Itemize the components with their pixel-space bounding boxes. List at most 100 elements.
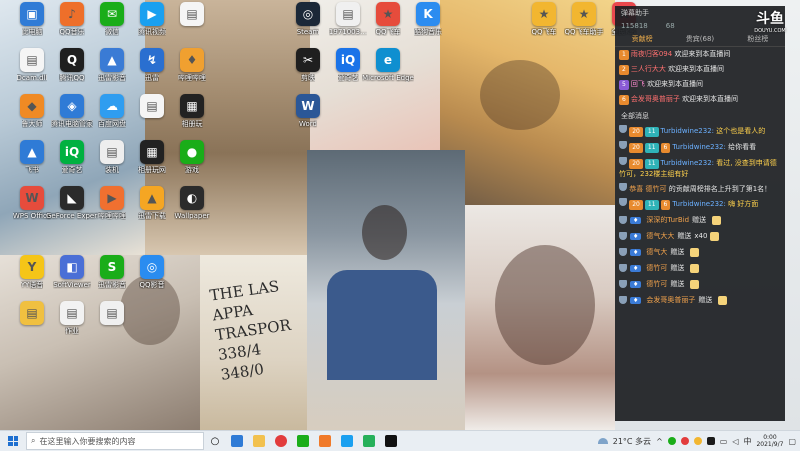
- input-method-icon[interactable]: 中: [743, 436, 751, 447]
- welcome-message: 2 三人行大大 欢迎来到本直播间: [615, 62, 785, 77]
- user-name[interactable]: 德竹可: [646, 263, 667, 273]
- fan-badge: 11: [644, 127, 659, 137]
- chat-message: 20 11 6 Turbidwine232: 给你看看: [615, 139, 785, 155]
- shield-icon: [619, 183, 627, 191]
- chat-app-icon[interactable]: [226, 431, 248, 451]
- user-name[interactable]: 深深的TurBid: [646, 215, 689, 225]
- app-icon: ◈: [60, 94, 84, 118]
- app-icon: iQ: [336, 48, 360, 72]
- user-name[interactable]: Turbidwine232:: [672, 143, 726, 151]
- gift-action: 赠送: [670, 248, 685, 256]
- task-view-icon[interactable]: ○: [204, 431, 226, 451]
- clock[interactable]: 0:00 2021/9/7: [756, 434, 783, 448]
- weather-icon: [597, 438, 608, 444]
- taskbar-search[interactable]: ⌕ 在这里输入你要搜索的内容: [26, 432, 204, 450]
- user-name[interactable]: 恭喜 德竹可: [629, 185, 666, 193]
- fan-badge: ♦: [630, 264, 642, 272]
- desktop-icon-label: QQ飞车: [375, 28, 401, 36]
- app-icon: ▦: [180, 94, 204, 118]
- desktop-icon[interactable]: ▦ 相册玩: [166, 94, 218, 138]
- gift-icon: [690, 279, 700, 289]
- douyu-watermark: 斗鱼 DOUYU.COM: [746, 8, 794, 34]
- gift-action: 赠送: [670, 264, 685, 272]
- user-name[interactable]: 德竹可: [646, 279, 667, 289]
- message-text: 欢迎来到本直播间: [674, 50, 731, 58]
- desktop-icon[interactable]: e Microsoft Edge: [362, 48, 414, 92]
- wallpaper-photo-7: [307, 150, 465, 430]
- fan-badge: 11: [644, 143, 659, 153]
- tray-app-icon[interactable]: [680, 437, 689, 445]
- shield-icon: [619, 198, 627, 206]
- desktop-icon[interactable]: ● 游戏: [166, 140, 218, 184]
- clock-date: 2021/9/7: [756, 441, 784, 448]
- volume-icon[interactable]: ◁: [732, 437, 738, 446]
- tray-app-icon[interactable]: [693, 437, 702, 445]
- desktop-icon[interactable]: K 酷狗音乐: [402, 2, 454, 46]
- desktop-icon[interactable]: ▤: [166, 2, 218, 46]
- user-name[interactable]: 会发哥奥普丽子: [631, 95, 680, 103]
- wechat-icon[interactable]: [292, 431, 314, 451]
- desktop-icon[interactable]: ♦ 哔哩哔哩: [166, 48, 218, 92]
- tray-app-icon[interactable]: [667, 437, 676, 445]
- user-name[interactable]: 德气大大: [646, 231, 674, 241]
- taskbar-app-orange-icon[interactable]: [314, 431, 336, 451]
- message-text: 欢迎来到本直播间: [682, 95, 739, 103]
- tab-vip[interactable]: 贵宾(68): [686, 34, 714, 44]
- user-name[interactable]: Turbidwine232:: [661, 159, 715, 167]
- user-name[interactable]: 德气大: [646, 247, 667, 257]
- welcome-message: 6 会发哥奥普丽子 欢迎来到本直播间: [615, 92, 785, 107]
- desktop-icon[interactable]: ◎ QQ影音: [126, 255, 178, 299]
- gift-action: 赠送: [692, 216, 707, 224]
- fan-badge: ♦: [630, 216, 642, 224]
- level-badge: 2: [619, 65, 629, 75]
- file-explorer-icon[interactable]: [248, 431, 270, 451]
- weather-text[interactable]: 21°C 多云: [613, 436, 651, 447]
- clock-time: 0:00: [763, 434, 777, 441]
- search-placeholder: 在这里输入你要搜索的内容: [39, 436, 136, 446]
- app-icon: ▤: [20, 48, 44, 72]
- chat-message: 20 11 6 Turbidwine232: 嗨 好方面: [615, 196, 785, 212]
- desktop-icon-label: 百度网盘: [98, 120, 126, 128]
- fan-badge: 20: [629, 200, 643, 210]
- app-icon: ◎: [140, 255, 164, 279]
- gift-message: ♦ 德气大 赠送: [615, 244, 785, 260]
- tab-fans[interactable]: 粉丝榜: [747, 34, 768, 44]
- desktop-icon[interactable]: ◐ Wallpaper: [166, 186, 218, 230]
- tray-expand-icon[interactable]: ^: [656, 437, 663, 446]
- desktop-icon-label: Wallpaper: [174, 212, 210, 220]
- desktop-icon-label: 爱奇艺: [61, 166, 83, 174]
- capcut-icon[interactable]: [380, 431, 402, 451]
- search-icon: ⌕: [31, 436, 36, 445]
- network-icon[interactable]: ▭: [720, 437, 728, 446]
- app-icon: ↯: [140, 48, 164, 72]
- desktop-icon[interactable]: ▤: [86, 301, 138, 345]
- app-icon: ▤: [336, 2, 360, 26]
- app-icon: W: [296, 94, 320, 118]
- tray-app-icon[interactable]: [706, 437, 715, 445]
- desktop-icon-label: 迅雷影音: [98, 281, 126, 289]
- desktop-icon-label: 微信: [105, 28, 119, 36]
- user-name[interactable]: Turbidwine232:: [672, 200, 726, 208]
- user-name[interactable]: 回飞: [631, 80, 645, 88]
- user-name[interactable]: Turbidwine232:: [661, 127, 715, 135]
- netease-music-icon[interactable]: [270, 431, 292, 451]
- shield-icon: [619, 141, 627, 149]
- start-button[interactable]: [0, 431, 26, 451]
- gift-icon: [710, 231, 720, 241]
- user-name[interactable]: 三人行大大: [631, 65, 666, 73]
- gift-icon: [718, 295, 728, 305]
- shield-icon: [619, 216, 627, 224]
- desktop-icon[interactable]: W Word: [282, 94, 334, 138]
- taskbar-app-blue-icon[interactable]: [336, 431, 358, 451]
- gift-icon: [690, 263, 700, 273]
- tab-contribution[interactable]: 贡献榜: [632, 34, 653, 44]
- notification-icon[interactable]: ▢: [788, 437, 796, 446]
- gift-message: ♦ 会发哥奥普丽子 赠送: [615, 292, 785, 308]
- app-icon: ▤: [180, 2, 204, 26]
- user-name[interactable]: 会发哥奥普丽子: [646, 295, 695, 305]
- fan-badge: 20: [629, 143, 643, 153]
- gift-list: ♦ 深深的TurBid 赠送 ♦ 德气大大 赠送 x40 ♦ 德气大 赠送 ♦ 德竹可 赠送 ♦ 德竹可 赠送…: [615, 212, 785, 308]
- taskbar-app-green-icon[interactable]: [358, 431, 380, 451]
- user-name[interactable]: 雨夜归客094: [631, 50, 672, 58]
- desktop-icon-label: 迅雷下载: [138, 212, 166, 220]
